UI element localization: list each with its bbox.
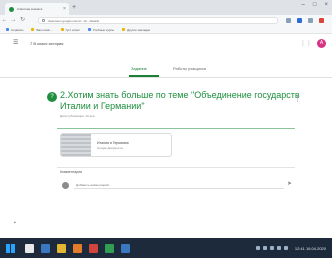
bookmark-item[interactable]: Ваш комп... [31,28,53,32]
classroom-favicon-icon [9,6,14,12]
task-view-icon[interactable] [41,243,50,253]
classroom-header: ☰ 7 В класс история ⋮⋮ А [0,34,332,54]
account-avatar[interactable]: А [317,39,326,48]
comments-heading: Комментарии [60,170,83,174]
back-icon[interactable]: ← [0,15,9,26]
menu-icon[interactable]: ☰ [13,40,18,46]
bookmark-icon [87,28,91,31]
tray-icon[interactable] [255,246,260,250]
taskbar: 12:41 16.04.2020 [0,238,332,258]
network-icon[interactable] [269,246,274,250]
forward-icon[interactable]: → [9,15,18,26]
browser-toolbar: ← → ↻ classroom.google.com/c/.../a/.../d… [0,15,332,26]
attachment-card[interactable]: Италия и Германия Google Документы [60,133,172,157]
browser-tab-strip: Классная комната × + – □ × [0,0,332,15]
new-tab-button[interactable]: + [72,3,76,12]
extension-icon[interactable] [297,18,302,23]
tab-close-icon[interactable]: × [63,6,69,12]
assignment-meta: Дата публикации: 16 апр. [60,114,96,118]
lock-icon [42,19,45,22]
bookmark-item[interactable]: Другие закладки [122,28,150,32]
reload-icon[interactable]: ↻ [18,15,27,26]
attachment-thumbnail [61,134,91,156]
volume-icon[interactable] [276,246,281,250]
app-icon[interactable] [73,243,82,253]
active-tab-indicator [129,75,159,77]
comment-input[interactable] [74,181,284,189]
tray-icon[interactable] [262,246,267,250]
extension-icon[interactable] [308,18,313,23]
class-name[interactable]: 7 В класс история [30,41,63,46]
extension-icons [286,18,324,23]
file-explorer-icon[interactable] [57,243,66,253]
comments-divider [57,167,295,168]
assignment-icon: ? [47,92,57,102]
maximize-button[interactable]: □ [313,2,317,8]
taskbar-apps [25,243,130,253]
folder-icon [122,28,126,31]
bookmark-item[interactable]: Гугл класс [60,28,80,32]
browser-icon[interactable] [89,243,98,253]
apps-icon [6,28,9,31]
extension-icon[interactable] [286,18,291,23]
title-divider [57,128,295,129]
more-options-icon[interactable]: ⋮ [294,96,301,103]
bookmark-item[interactable]: Сервисы [6,28,23,32]
search-icon[interactable] [25,243,34,253]
close-window-button[interactable]: × [324,2,328,8]
send-icon[interactable]: ➤ [287,181,292,188]
window-controls: – □ × [302,2,328,8]
page-marker: ▪ [14,220,16,226]
language-icon[interactable] [283,246,288,250]
minimize-button[interactable]: – [302,2,305,8]
address-bar[interactable]: classroom.google.com/c/.../a/.../details [38,17,278,24]
tab-instructions[interactable]: Задание [131,66,147,71]
assignment-title: 2.Хотим знать больше по теме "Объединени… [60,90,300,111]
user-avatar [62,182,69,189]
app-icon[interactable] [121,243,130,253]
folder-icon [60,28,64,31]
browser-tab[interactable]: Классная комната × [5,3,69,15]
bookmark-item[interactable]: Учебные курсы [87,28,114,32]
assignment-tabs: Задание Работы учащихся [0,54,332,78]
assignment-details: ? 2.Хотим знать больше по теме "Объедине… [0,78,332,238]
clock[interactable]: 12:41 16.04.2020 [295,246,326,251]
attachment-type: Google Документы [97,146,123,150]
google-apps-icon[interactable]: ⋮⋮ [300,41,312,47]
folder-icon [31,28,35,31]
attachment-title: Италия и Германия [97,141,129,145]
bookmarks-bar: Сервисы Ваш комп... Гугл класс Учебные к… [0,26,332,34]
app-icon[interactable] [105,243,114,253]
tab-student-work[interactable]: Работы учащихся [173,66,206,71]
address-url[interactable]: classroom.google.com/c/.../a/.../details [48,19,99,23]
tab-title: Классная комната [17,7,43,11]
system-tray: 12:41 16.04.2020 [255,246,326,251]
profile-icon[interactable] [319,18,324,23]
start-icon[interactable] [6,243,15,253]
